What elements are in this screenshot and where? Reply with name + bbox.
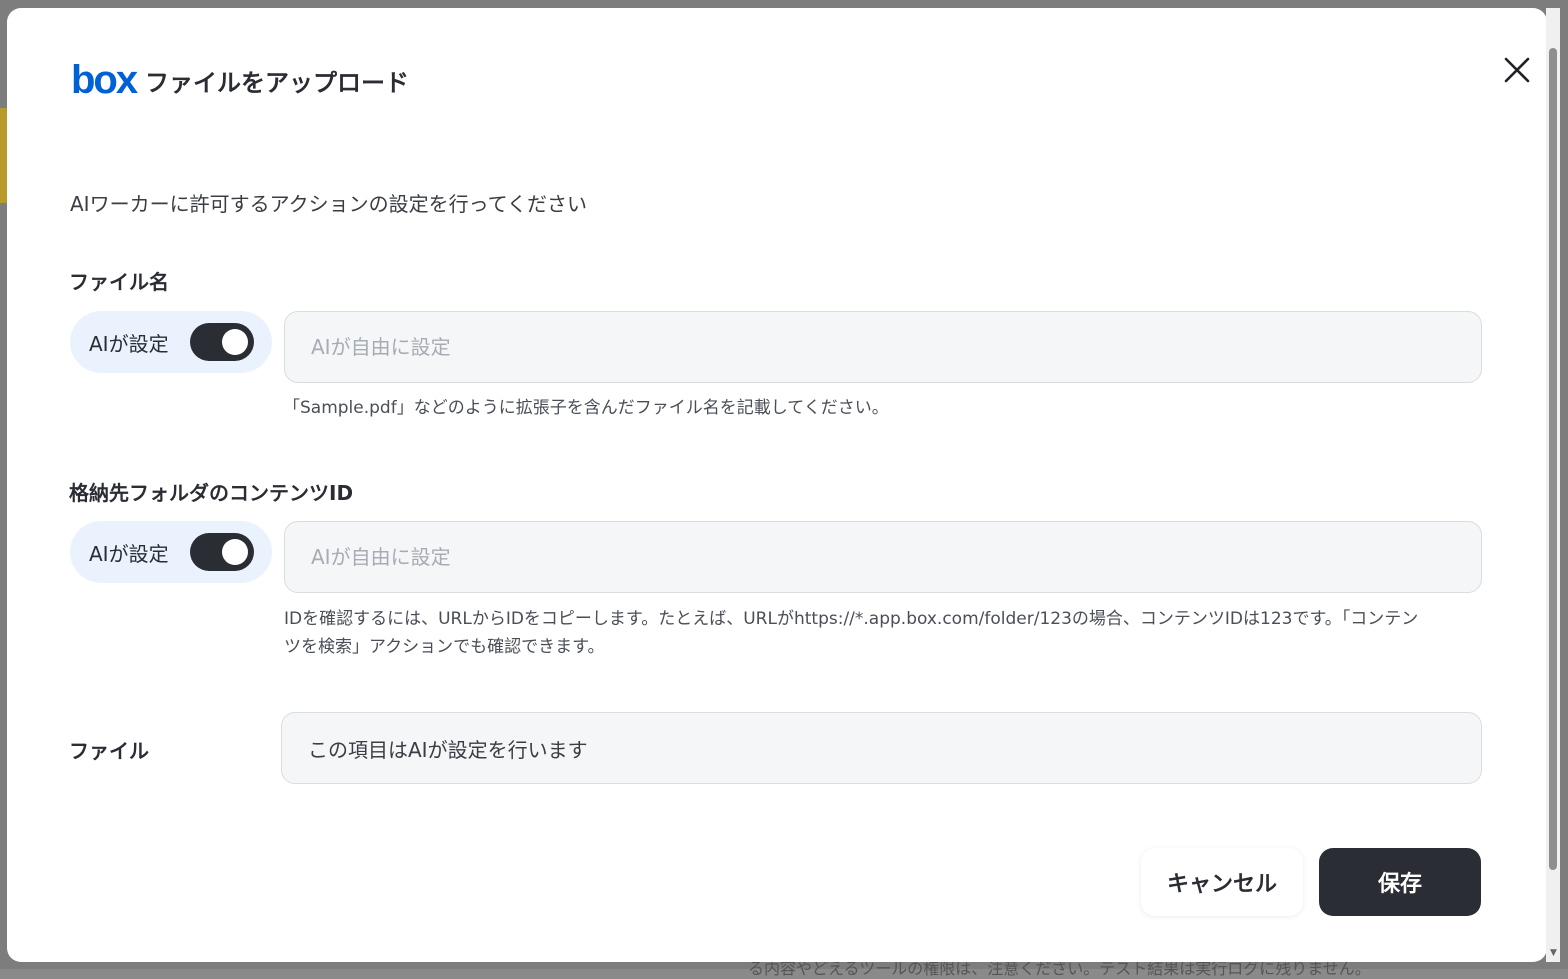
toggle-knob: [222, 329, 248, 355]
folder-id-hint: IDを確認するには、URLからIDをコピーします。たとえば、URLがhttps:…: [284, 605, 1494, 661]
dialog-title: ファイルをアップロード: [145, 68, 409, 97]
dialog-description: AIワーカーに許可するアクションの設定を行ってください: [70, 192, 587, 216]
file-label: ファイル: [69, 739, 149, 763]
folder-id-input[interactable]: [284, 521, 1482, 593]
close-button[interactable]: [1495, 48, 1539, 92]
file-name-ai-toggle[interactable]: [190, 323, 254, 361]
file-name-ai-setting: AIが設定: [70, 311, 272, 373]
file-name-label: ファイル名: [69, 270, 169, 294]
toggle-knob: [222, 539, 248, 565]
scrollbar-thumb[interactable]: [1549, 48, 1557, 870]
save-button[interactable]: 保存: [1319, 848, 1481, 916]
file-name-hint: 「Sample.pdf」などのように拡張子を含んだファイル名を記載してください。: [283, 398, 889, 418]
file-readonly-text: この項目はAIが設定を行います: [308, 737, 588, 762]
upload-file-dialog: box ファイルをアップロード AIワーカーに許可するアクションの設定を行ってく…: [7, 8, 1547, 962]
box-logo: box: [71, 58, 138, 102]
file-readonly-field: この項目はAIが設定を行います: [281, 712, 1482, 784]
folder-id-hint-line2: ツを検索」アクションでも確認できます。: [284, 637, 605, 657]
folder-id-label: 格納先フォルダのコンテンツID: [69, 481, 354, 505]
folder-id-hint-line1: IDを確認するには、URLからIDをコピーします。たとえば、URLがhttps:…: [284, 609, 1419, 629]
folder-id-ai-setting: AIが設定: [70, 521, 272, 583]
ai-setting-label: AIが設定: [89, 541, 169, 566]
dialog-header: box ファイルをアップロード: [71, 60, 409, 100]
scroll-down-arrow-icon[interactable]: ▼: [1550, 948, 1557, 958]
folder-id-ai-toggle[interactable]: [190, 533, 254, 571]
close-icon: [1504, 57, 1530, 83]
ai-setting-label: AIが設定: [89, 331, 169, 356]
cancel-button[interactable]: キャンセル: [1141, 848, 1303, 916]
file-name-input[interactable]: [284, 311, 1482, 383]
